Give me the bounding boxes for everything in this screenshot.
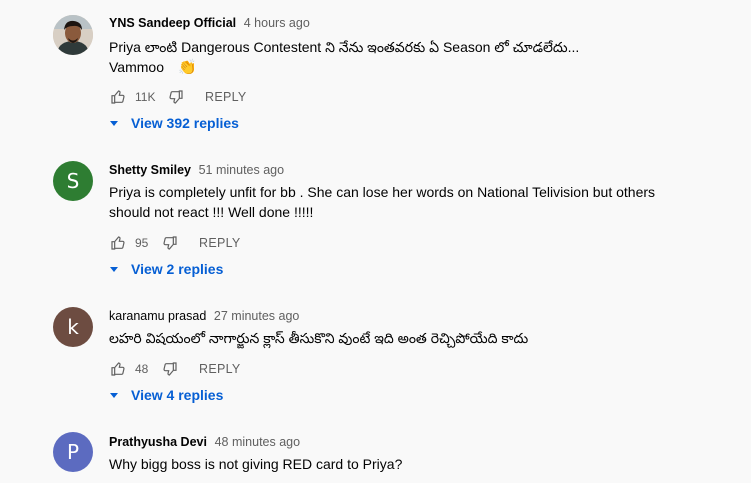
thumbs-up-icon — [111, 90, 125, 104]
comment-text: Priya లాంటి Dangerous Contestent ని నేను… — [109, 37, 729, 78]
avatar[interactable]: k — [53, 307, 93, 347]
avatar[interactable]: S — [53, 161, 93, 201]
comment-header: YNS Sandeep Official 4 hours ago — [109, 15, 310, 30]
comment-actions: 48 REPLY — [109, 359, 241, 379]
comment-text: Why bigg boss is not giving RED card to … — [109, 454, 729, 474]
clapping-hands-icon: 👏 — [177, 59, 197, 76]
comment-text-line: should not react !!! Well done !!!!! — [109, 204, 314, 220]
like-count: 11K — [135, 90, 156, 104]
comment-text: Priya is completely unfit for bb . She c… — [109, 182, 729, 222]
comment-text-line: Priya లాంటి Dangerous Contestent ని నేను… — [109, 39, 580, 55]
comment-text-line: Vammoo — [109, 59, 164, 75]
comment-header: Shetty Smiley 51 minutes ago — [109, 162, 284, 177]
avatar-letter: k — [67, 315, 79, 339]
reply-button[interactable]: REPLY — [199, 362, 241, 376]
comment-timestamp[interactable]: 51 minutes ago — [199, 163, 284, 177]
like-button[interactable] — [109, 234, 127, 252]
thumbs-up-icon — [111, 362, 125, 376]
comment-header: Prathyusha Devi 48 minutes ago — [109, 434, 300, 449]
author-name[interactable]: karanamu prasad — [109, 309, 206, 323]
comment-text-line: లహరి విషయంలో నాగార్జున క్లాస్ తీసుకొని వ… — [109, 330, 529, 346]
caret-down-icon — [108, 263, 120, 275]
reply-button[interactable]: REPLY — [199, 236, 241, 250]
reply-button[interactable]: REPLY — [205, 90, 247, 104]
comment-actions: 95 REPLY — [109, 233, 241, 253]
caret-down-icon — [108, 389, 120, 401]
comment-text-line: Priya is completely unfit for bb . She c… — [109, 184, 656, 200]
avatar-letter: S — [66, 169, 80, 193]
like-count: 48 — [135, 362, 149, 376]
thumbs-down-icon — [169, 90, 183, 104]
comment-timestamp[interactable]: 4 hours ago — [244, 16, 310, 30]
like-count: 95 — [135, 236, 149, 250]
comments-section: YNS Sandeep Official 4 hours ago Priya ల… — [0, 0, 751, 483]
dislike-button[interactable] — [161, 360, 179, 378]
avatar[interactable] — [53, 15, 93, 55]
comment-text-line: Why bigg boss is not giving RED card to … — [109, 456, 403, 472]
avatar-photo-icon — [53, 15, 93, 55]
view-replies-button[interactable]: View 2 replies — [108, 261, 223, 277]
avatar-letter: P — [66, 440, 80, 464]
view-replies-button[interactable]: View 4 replies — [108, 387, 223, 403]
view-replies-label: View 2 replies — [131, 261, 224, 277]
thumbs-up-icon — [111, 236, 125, 250]
view-replies-button[interactable]: View 392 replies — [108, 115, 239, 131]
dislike-button[interactable] — [167, 88, 185, 106]
thumbs-down-icon — [163, 236, 177, 250]
comment-header: karanamu prasad 27 minutes ago — [109, 308, 299, 323]
view-replies-label: View 4 replies — [131, 387, 224, 403]
comment-timestamp[interactable]: 48 minutes ago — [215, 435, 300, 449]
view-replies-label: View 392 replies — [131, 115, 239, 131]
author-name[interactable]: Prathyusha Devi — [109, 435, 207, 449]
comment-actions: 11K REPLY — [109, 87, 247, 107]
like-button[interactable] — [109, 360, 127, 378]
comment-text: లహరి విషయంలో నాగార్జున క్లాస్ తీసుకొని వ… — [109, 328, 729, 348]
comment-timestamp[interactable]: 27 minutes ago — [214, 309, 299, 323]
caret-down-icon — [108, 117, 120, 129]
author-name[interactable]: YNS Sandeep Official — [109, 16, 236, 30]
author-name[interactable]: Shetty Smiley — [109, 163, 191, 177]
like-button[interactable] — [109, 88, 127, 106]
thumbs-down-icon — [163, 362, 177, 376]
dislike-button[interactable] — [161, 234, 179, 252]
avatar[interactable]: P — [53, 432, 93, 472]
